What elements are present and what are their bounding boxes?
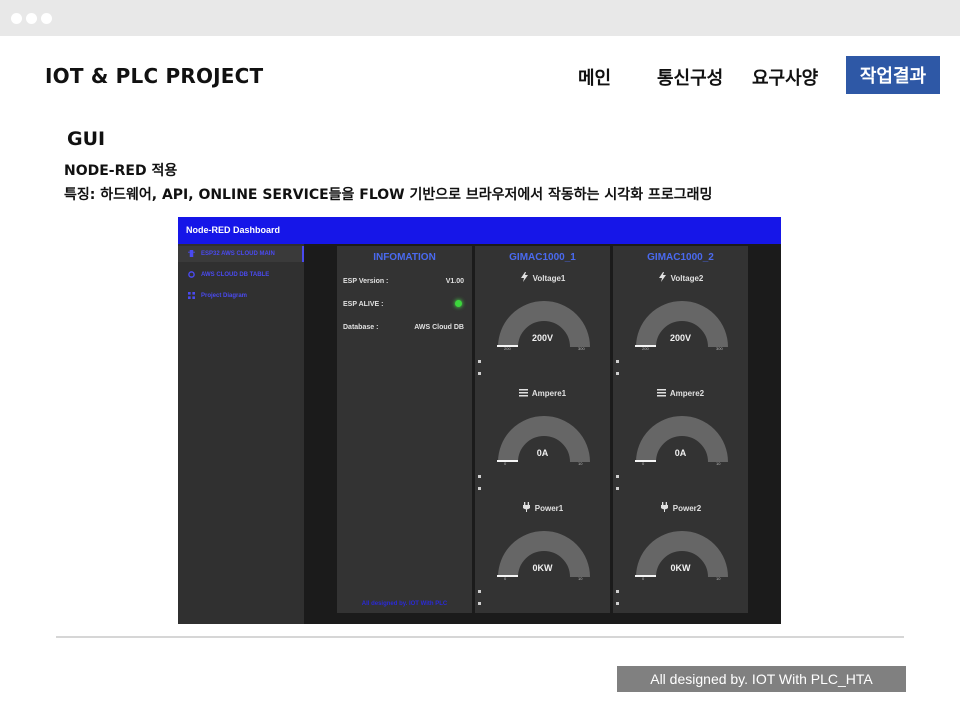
gauge-max-label: 10 <box>716 576 721 581</box>
device-card-1: GIMAC1000_1 Voltage1 200V 200 300 Ampere1 0A 0 1… <box>475 246 610 613</box>
gauge-max-label: 10 <box>716 461 721 466</box>
spacer-dot <box>616 360 619 363</box>
gauge-max-label: 10 <box>578 461 583 466</box>
gauge-label: Power2 <box>613 502 748 513</box>
sidebar-item-db-table[interactable]: AWS CLOUD DB TABLE <box>188 271 269 278</box>
circle-icon <box>188 271 195 278</box>
spacer-dot <box>478 602 481 605</box>
gauge-value: 0A <box>536 448 549 458</box>
divider-line <box>56 636 904 638</box>
spacer-dot <box>478 475 481 478</box>
gauge-value: 0KW <box>670 563 691 573</box>
gauge-min-label: 0 <box>642 576 645 581</box>
plug-icon <box>660 502 668 512</box>
sidebar-item-label: AWS CLOUD DB TABLE <box>201 271 270 278</box>
esp-alive-label: ESP ALIVE : <box>343 301 384 308</box>
dashboard-sidebar: ESP32 AWS CLOUD MAIN AWS CLOUD DB TABLE … <box>178 244 304 624</box>
spacer-dot <box>478 360 481 363</box>
plug-icon <box>522 502 530 512</box>
spacer-dot <box>478 372 481 375</box>
gauge-label: Ampere2 <box>613 387 748 398</box>
lightning-icon <box>520 272 528 282</box>
sidebar-item-esp32-main[interactable]: ESP32 AWS CLOUD MAIN <box>188 250 275 257</box>
grid-icon <box>188 292 195 299</box>
spacer-dot <box>616 487 619 490</box>
spacer-dot <box>478 590 481 593</box>
gauge-label-text: Ampere1 <box>531 389 567 398</box>
gauge-arc <box>635 301 728 348</box>
gauge-value: 200V <box>531 333 554 343</box>
sidebar-item-project-diagram[interactable]: Project Diagram <box>188 292 247 299</box>
esp-version-label: ESP Version : <box>343 278 389 285</box>
device-icon <box>188 250 195 257</box>
gauge-label: Ampere1 <box>475 387 610 398</box>
gauge-max-label: 300 <box>578 346 585 351</box>
gauge-label-text: Ampere2 <box>669 389 705 398</box>
gauge-min-label: 0 <box>504 461 507 466</box>
spacer-dot <box>478 487 481 490</box>
gauge-value: 0A <box>674 448 687 458</box>
dashboard-header: Node-RED Dashboard <box>178 217 781 244</box>
section-line-1: NODE-RED 적용 <box>64 163 178 179</box>
esp-version-row: ESP Version : V1.00 <box>343 278 466 285</box>
bars-icon <box>518 389 528 397</box>
gauge-arc <box>497 301 590 348</box>
device-card-title: GIMAC1000_2 <box>647 252 714 263</box>
nav-requirements[interactable]: 요구사양 <box>752 64 818 90</box>
esp-version-value: V1.00 <box>445 278 464 285</box>
gauge-label-text: Power1 <box>534 504 564 513</box>
device-card-2: GIMAC1000_2 Voltage2 200V 200 300 Ampere2 0A 0 1… <box>613 246 748 613</box>
database-row: Database : AWS Cloud DB <box>343 324 466 331</box>
esp-alive-row: ESP ALIVE : <box>343 300 466 308</box>
alive-led-indicator <box>455 300 462 307</box>
gauge-min-label: 200 <box>504 346 511 351</box>
gauge-value: 0KW <box>532 563 553 573</box>
gauge-arc <box>497 531 590 578</box>
info-card-title: INFOMATION <box>373 252 436 263</box>
window-maximize-dot[interactable] <box>41 13 52 24</box>
device-card-title: GIMAC1000_1 <box>509 252 576 263</box>
sidebar-item-label: Project Diagram <box>201 292 248 299</box>
section-line-2: 특징: 하드웨어, API, ONLINE SERVICE들을 FLOW 기반으… <box>64 187 713 203</box>
gauge-label-text: Power2 <box>672 504 702 513</box>
window-minimize-dot[interactable] <box>26 13 37 24</box>
lightning-icon <box>658 272 666 282</box>
gauge-arc <box>635 416 728 463</box>
database-label: Database : <box>343 324 379 331</box>
gauge-max-label: 300 <box>716 346 723 351</box>
brand-title: IOT & PLC PROJECT <box>45 64 264 88</box>
bars-icon <box>656 389 666 397</box>
gauge-min-label: 200 <box>642 346 649 351</box>
gauge-min-label: 0 <box>504 576 507 581</box>
gauge-min-label: 0 <box>642 461 645 466</box>
spacer-dot <box>616 372 619 375</box>
nav-communication[interactable]: 통신구성 <box>657 64 723 90</box>
window-titlebar <box>0 0 960 36</box>
gauge-label: Power1 <box>475 502 610 513</box>
gauge-max-label: 10 <box>578 576 583 581</box>
spacer-dot <box>616 590 619 593</box>
gauge-value: 200V <box>669 333 692 343</box>
gauge-arc <box>635 531 728 578</box>
credit-badge: All designed by. IOT With PLC_HTA <box>617 666 906 692</box>
info-footer: All designed by. IOT With PLC <box>361 601 448 607</box>
window-close-dot[interactable] <box>11 13 22 24</box>
node-red-dashboard: Node-RED Dashboard ESP32 AWS CLOUD MAIN … <box>178 217 781 624</box>
spacer-dot <box>616 475 619 478</box>
nav-main[interactable]: 메인 <box>578 64 611 90</box>
gauge-label: Voltage2 <box>613 272 748 283</box>
gauge-label: Voltage1 <box>475 272 610 283</box>
sidebar-item-label: ESP32 AWS CLOUD MAIN <box>201 250 275 257</box>
info-card: INFOMATION ESP Version : V1.00 ESP ALIVE… <box>337 246 472 613</box>
section-title: GUI <box>67 128 106 150</box>
gauge-label-text: Voltage1 <box>532 274 566 283</box>
nav-results-active[interactable]: 작업결과 <box>846 56 940 94</box>
gauge-arc <box>497 416 590 463</box>
spacer-dot <box>616 602 619 605</box>
gauge-label-text: Voltage2 <box>670 274 704 283</box>
database-value: AWS Cloud DB <box>414 324 464 331</box>
